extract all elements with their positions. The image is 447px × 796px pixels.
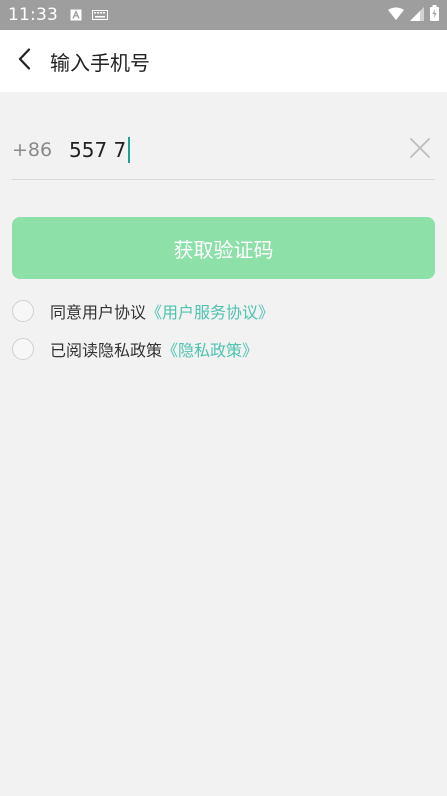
- wifi-icon: [388, 6, 404, 25]
- keyboard-icon: [92, 10, 108, 20]
- status-bar: 11:33: [0, 0, 447, 30]
- get-verification-code-label: 获取验证码: [173, 237, 274, 262]
- status-time: 11:33: [8, 5, 58, 25]
- phone-input-value: 557 7: [69, 137, 127, 162]
- user-agreement-row: 同意用户协议 《用户服务协议》: [12, 298, 274, 324]
- close-icon: [409, 137, 431, 163]
- user-service-agreement-link[interactable]: 《用户服务协议》: [146, 299, 274, 323]
- signal-icon: [410, 6, 424, 25]
- phone-input[interactable]: 557 7: [69, 136, 405, 163]
- user-agreement-radio[interactable]: [12, 300, 34, 322]
- get-verification-code-button[interactable]: 获取验证码: [12, 217, 435, 279]
- back-arrow-icon: [17, 48, 31, 74]
- back-button[interactable]: [0, 30, 48, 92]
- country-code[interactable]: +86: [12, 139, 69, 161]
- a-notification-icon: [70, 9, 82, 21]
- status-right-icons: [388, 5, 439, 25]
- privacy-policy-radio[interactable]: [12, 338, 34, 360]
- text-cursor: [128, 136, 131, 163]
- user-agreement-text: 同意用户协议: [50, 303, 147, 322]
- privacy-policy-text: 已阅读隐私政策: [50, 341, 163, 360]
- clear-button[interactable]: [405, 135, 435, 165]
- battery-icon: [430, 5, 439, 25]
- phone-input-row: +86 557 7: [12, 120, 435, 180]
- app-bar: 输入手机号: [0, 30, 447, 92]
- page-title: 输入手机号: [50, 50, 150, 75]
- privacy-policy-link[interactable]: 《隐私政策》: [162, 337, 258, 361]
- privacy-policy-row: 已阅读隐私政策 《隐私政策》: [12, 336, 258, 362]
